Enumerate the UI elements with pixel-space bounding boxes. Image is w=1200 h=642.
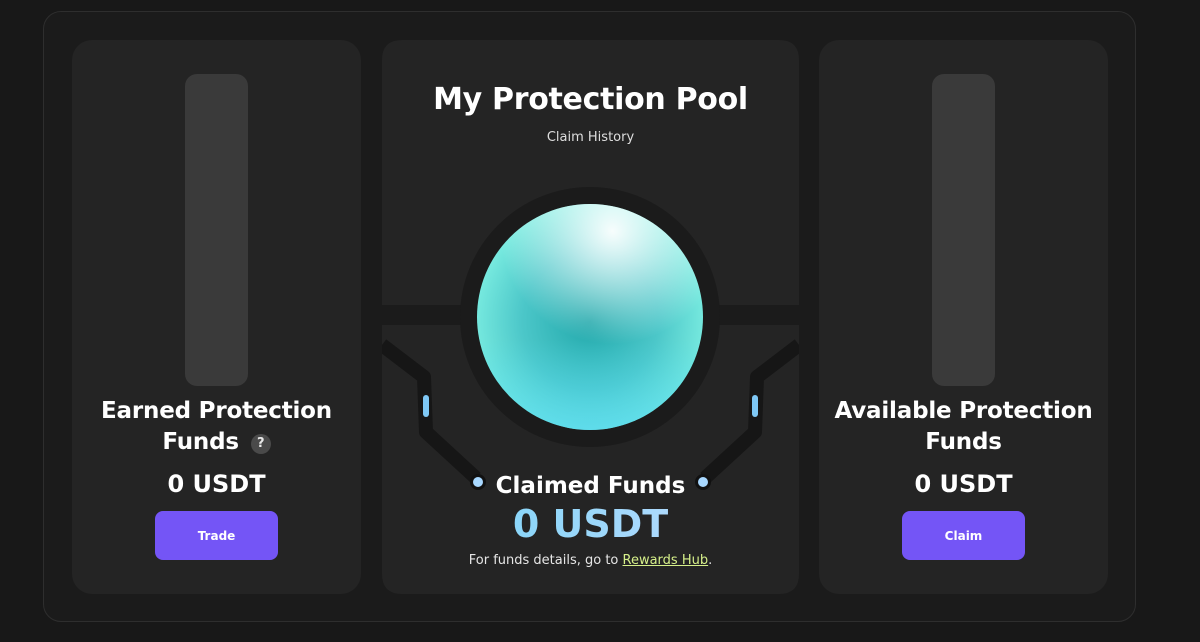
details-prefix: For funds details, go to — [468, 553, 619, 568]
earned-title-line2: Funds — [162, 429, 239, 455]
available-amount: 0 USDT — [914, 470, 1013, 498]
funds-details-text: For funds details, go to Rewards Hub. — [382, 553, 799, 568]
question-icon[interactable]: ? — [250, 434, 271, 454]
earned-protection-panel: Earned Protection Funds ? 0 USDT Trade — [72, 40, 361, 594]
rewards-hub-link[interactable]: Rewards Hub — [623, 553, 709, 568]
claimed-funds-label: Claimed Funds — [495, 473, 686, 499]
earned-title-line1: Earned Protection — [101, 398, 332, 424]
page-title: My Protection Pool — [433, 82, 748, 117]
claim-button[interactable]: Claim — [902, 511, 1025, 560]
my-protection-pool-panel: My Protection Pool Claim History Claimed… — [382, 40, 799, 594]
earned-funds-gauge — [185, 74, 248, 386]
available-protection-panel: Available Protection Funds 0 USDT Claim — [819, 40, 1108, 594]
available-funds-gauge — [932, 74, 995, 386]
details-suffix: . — [708, 553, 713, 568]
available-title-line2: Funds — [925, 429, 1002, 455]
available-protection-title: Available Protection Funds — [819, 396, 1108, 458]
available-title-line1: Available Protection — [834, 398, 1093, 424]
trade-button[interactable]: Trade — [155, 511, 278, 560]
pool-orb-graphic — [477, 204, 703, 430]
claimed-funds-amount: 0 USDT — [382, 502, 799, 546]
claim-history-link[interactable]: Claim History — [382, 130, 799, 145]
earned-amount: 0 USDT — [167, 470, 266, 498]
earned-protection-title: Earned Protection Funds ? — [72, 396, 361, 458]
